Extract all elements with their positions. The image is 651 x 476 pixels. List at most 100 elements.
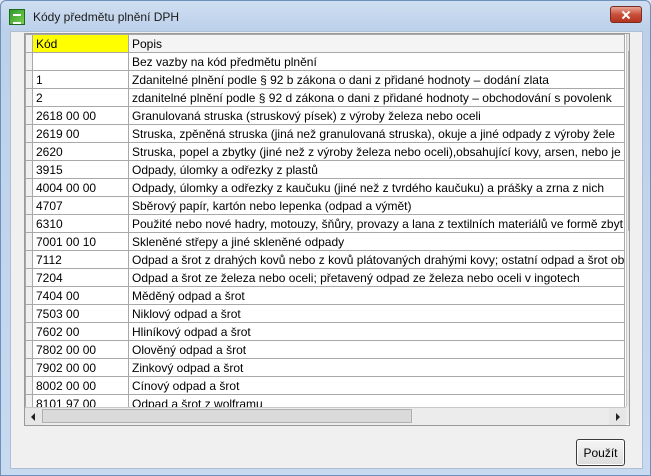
codes-grid: Kód Popis Bez vazby na kód předmětu plně… [24, 33, 630, 426]
row-indicator[interactable] [25, 34, 33, 53]
row-indicator[interactable] [25, 70, 33, 89]
cell-code[interactable]: 7802 00 00 [32, 340, 129, 359]
table-row[interactable]: Bez vazby na kód předmětu plnění [25, 52, 626, 71]
scroll-right-arrow-icon [616, 413, 620, 421]
cell-description[interactable]: Odpad a šrot z drahých kovů nebo z kovů … [127, 250, 626, 269]
cell-description[interactable]: Granulovaná struska (struskový písek) z … [127, 106, 626, 125]
cell-code[interactable]: 2618 00 00 [32, 106, 129, 125]
row-indicator[interactable] [25, 304, 33, 323]
table-header-row: Kód Popis [25, 34, 626, 53]
cell-description[interactable]: zdanitelné plnění podle § 92 d zákona o … [127, 88, 626, 107]
row-indicator[interactable] [25, 106, 33, 125]
cell-code[interactable]: 7602 00 [32, 322, 129, 341]
row-indicator[interactable] [25, 268, 33, 287]
cell-code[interactable]: 6310 [32, 214, 129, 233]
row-indicator[interactable] [25, 340, 33, 359]
vertical-scroll-thumb[interactable] [628, 51, 629, 231]
cell-code[interactable] [32, 52, 129, 71]
row-indicator[interactable] [25, 160, 33, 179]
table-row[interactable]: 3915 Odpady, úlomky a odřezky z plastů [25, 160, 626, 179]
cell-description[interactable]: Niklový odpad a šrot [127, 304, 626, 323]
table-row[interactable]: 6310 Použité nebo nové hadry, motouzy, šň… [25, 214, 626, 233]
cell-description[interactable]: Sběrový papír, kartón nebo lepenka (odpa… [127, 196, 626, 215]
row-indicator[interactable] [25, 52, 33, 71]
scroll-up-button[interactable] [627, 34, 629, 51]
cell-description[interactable]: Zdanitelné plnění podle § 92 b zákona o … [127, 70, 626, 89]
cell-description[interactable]: Bez vazby na kód předmětu plnění [127, 52, 626, 71]
cell-description[interactable]: Cínový odpad a šrot [127, 376, 626, 395]
title-bar[interactable]: Kódy předmětu plnění DPH [1, 1, 650, 31]
table-row[interactable]: 2618 00 00 Granulovaná struska (struskový… [25, 106, 626, 125]
table-row[interactable]: 7802 00 00 Olověný odpad a šrot [25, 340, 626, 359]
close-button[interactable] [610, 6, 642, 23]
dph-app-icon [9, 9, 25, 25]
table-row[interactable]: 4004 00 00 Odpady, úlomky a odřezky z kau… [25, 178, 626, 197]
table-row[interactable]: 1 Zdanitelné plnění podle § 92 b zákona o… [25, 70, 626, 89]
cell-description[interactable]: Odpad a šrot ze železa nebo oceli; přeta… [127, 268, 626, 287]
cell-description[interactable]: Skleněné střepy a jiné skleněné odpady [127, 232, 626, 251]
cell-description[interactable]: Hliníkový odpad a šrot [127, 322, 626, 341]
cell-description[interactable]: Odpady, úlomky a odřezky z plastů [127, 160, 626, 179]
row-indicator[interactable] [25, 322, 33, 341]
scroll-corner [626, 407, 629, 424]
codes-table: Kód Popis Bez vazby na kód předmětu plně… [25, 34, 626, 413]
row-indicator[interactable] [25, 178, 33, 197]
row-indicator[interactable] [25, 250, 33, 269]
cell-code[interactable]: 2619 00 [32, 124, 129, 143]
table-row[interactable]: 2619 00 Struska, zpěněná struska (jiná ne… [25, 124, 626, 143]
dialog-window: Kódy předmětu plnění DPH Kód Popis Bez v… [0, 0, 651, 476]
row-indicator[interactable] [25, 376, 33, 395]
cell-code[interactable]: 8002 00 00 [32, 376, 129, 395]
cell-description[interactable]: Struska, popel a zbytky (jiné než z výro… [127, 142, 626, 161]
use-button[interactable]: Použít [576, 439, 625, 466]
horizontal-scroll-thumb[interactable] [42, 409, 412, 423]
table-row[interactable]: 7204 Odpad a šrot ze železa nebo oceli; p… [25, 268, 626, 287]
scroll-right-button[interactable] [609, 408, 626, 425]
row-indicator[interactable] [25, 358, 33, 377]
row-indicator[interactable] [25, 142, 33, 161]
scroll-down-button[interactable] [627, 390, 629, 407]
row-indicator[interactable] [25, 88, 33, 107]
cell-code[interactable]: 7112 [32, 250, 129, 269]
table-row[interactable]: 7902 00 00 Zinkový odpad a šrot [25, 358, 626, 377]
row-indicator[interactable] [25, 286, 33, 305]
table-row[interactable]: 4707 Sběrový papír, kartón nebo lepenka (… [25, 196, 626, 215]
row-indicator[interactable] [25, 214, 33, 233]
cell-code[interactable]: 4004 00 00 [32, 178, 129, 197]
cell-code[interactable]: 7902 00 00 [32, 358, 129, 377]
cell-code[interactable]: 2 [32, 88, 129, 107]
cell-code[interactable]: 7001 00 10 [32, 232, 129, 251]
cell-code[interactable]: 1 [32, 70, 129, 89]
cell-code[interactable]: 4707 [32, 196, 129, 215]
table-row[interactable]: 7112 Odpad a šrot z drahých kovů nebo z k… [25, 250, 626, 269]
table-row[interactable]: 2620 Struska, popel a zbytky (jiné než z … [25, 142, 626, 161]
window-title: Kódy předmětu plnění DPH [33, 10, 180, 24]
cell-description[interactable]: Měděný odpad a šrot [127, 286, 626, 305]
cell-description[interactable]: Odpady, úlomky a odřezky z kaučuku (jiné… [127, 178, 626, 197]
cell-code[interactable]: 2620 [32, 142, 129, 161]
row-indicator[interactable] [25, 232, 33, 251]
row-indicator[interactable] [25, 196, 33, 215]
row-indicator[interactable] [25, 124, 33, 143]
horizontal-scrollbar[interactable] [25, 407, 626, 425]
cell-code[interactable]: 7503 00 [32, 304, 129, 323]
cell-description[interactable]: Zinkový odpad a šrot [127, 358, 626, 377]
vertical-scrollbar[interactable] [626, 34, 629, 407]
table-row[interactable]: 7404 00 Měděný odpad a šrot [25, 286, 626, 305]
cell-description[interactable]: Struska, zpěněná struska (jiná než granu… [127, 124, 626, 143]
cell-description[interactable]: Olověný odpad a šrot [127, 340, 626, 359]
table-row[interactable]: 8002 00 00 Cínový odpad a šrot [25, 376, 626, 395]
cell-code[interactable]: 7404 00 [32, 286, 129, 305]
dialog-body: Kód Popis Bez vazby na kód předmětu plně… [10, 31, 643, 469]
column-header-description[interactable]: Popis [127, 34, 626, 53]
cell-code[interactable]: 3915 [32, 160, 129, 179]
table-row[interactable]: 7503 00 Niklový odpad a šrot [25, 304, 626, 323]
cell-description[interactable]: Použité nebo nové hadry, motouzy, šňůry,… [127, 214, 626, 233]
table-row[interactable]: 7001 00 10 Skleněné střepy a jiné skleněn… [25, 232, 626, 251]
table-row[interactable]: 7602 00 Hliníkový odpad a šrot [25, 322, 626, 341]
scroll-left-arrow-icon [31, 413, 35, 421]
table-row[interactable]: 2 zdanitelné plnění podle § 92 d zákona o… [25, 88, 626, 107]
scroll-left-button[interactable] [25, 408, 42, 425]
cell-code[interactable]: 7204 [32, 268, 129, 287]
column-header-code[interactable]: Kód [32, 34, 129, 53]
